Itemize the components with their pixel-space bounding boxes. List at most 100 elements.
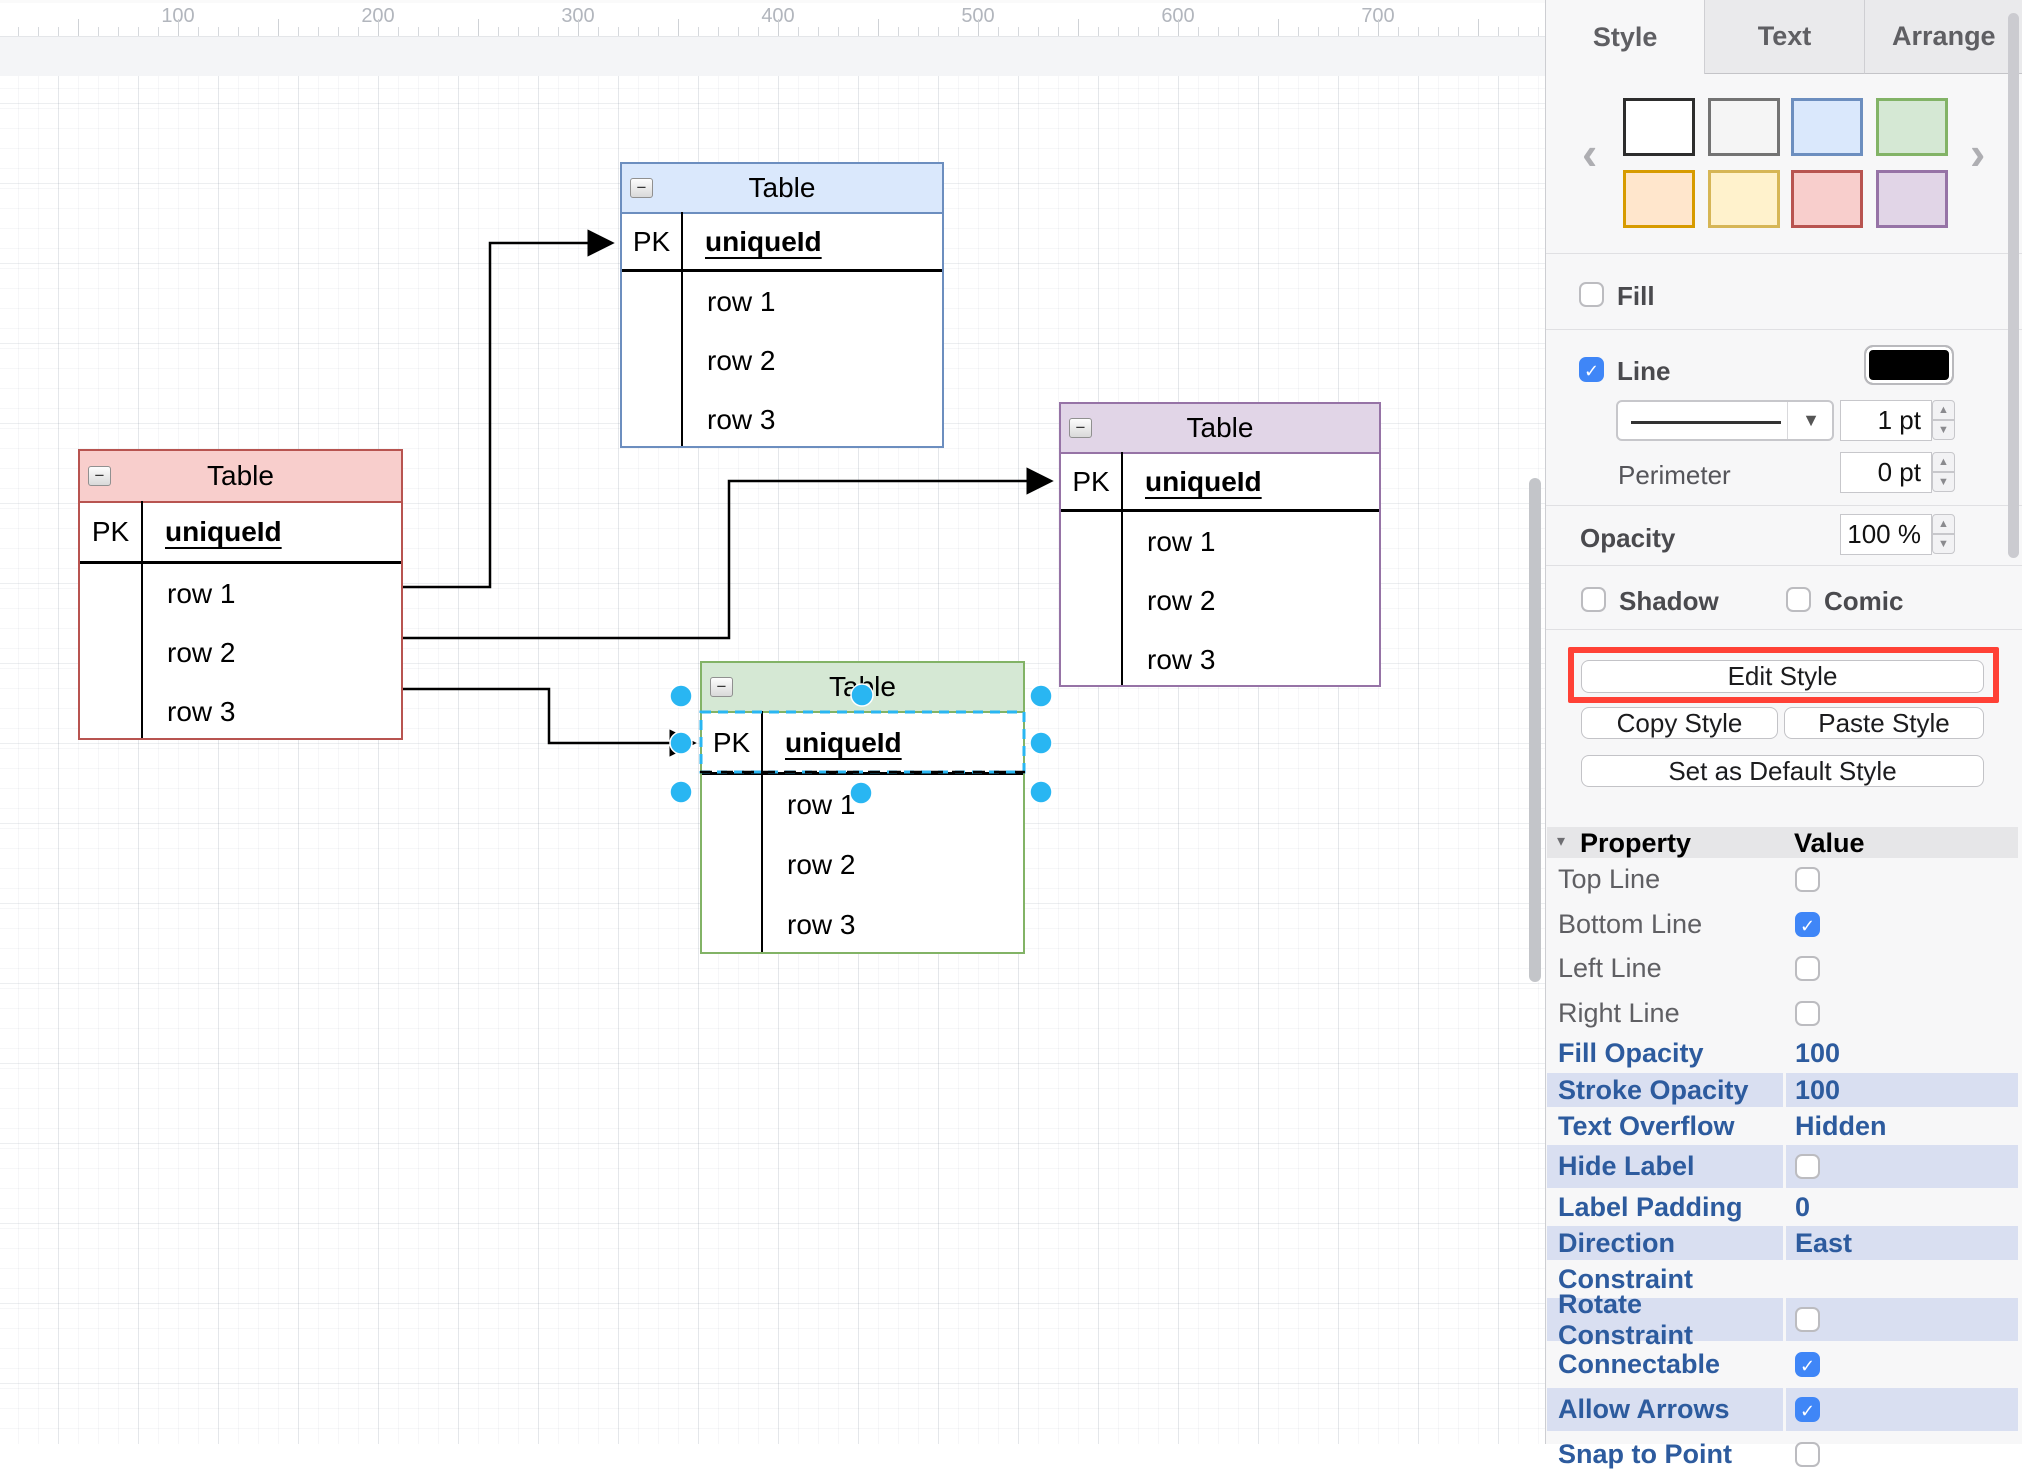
property-value[interactable] [1786, 1145, 2018, 1188]
comic-checkbox[interactable] [1786, 587, 1811, 612]
line-width-stepper[interactable]: ▲ ▼ [1932, 400, 1955, 441]
er-table-header[interactable]: − Table [622, 164, 942, 214]
property-row-connectable: Connectable✓ [1547, 1343, 2018, 1388]
property-value[interactable]: East [1786, 1226, 2018, 1260]
diagram-canvas[interactable]: 100200300400500600700 − Table PK uniqueI… [0, 0, 1545, 1444]
perimeter-input[interactable]: 0 pt [1840, 452, 1932, 493]
er-table-green[interactable]: − Table PK uniqueId row 1 row 2 row 3 [700, 661, 1025, 954]
er-table-header[interactable]: − Table [80, 451, 401, 503]
ruler-tick [758, 27, 759, 36]
er-pk-row[interactable]: PK uniqueId [80, 503, 401, 564]
er-table-blue[interactable]: − Table PK uniqueId row 1 row 2 row 3 [620, 162, 944, 448]
er-row[interactable]: row 1 [1061, 512, 1379, 571]
property-value[interactable]: ✓ [1786, 1343, 2018, 1386]
er-row[interactable]: row 1 [80, 564, 401, 623]
hide-label-checkbox[interactable] [1795, 1154, 1820, 1179]
copy-style-button[interactable]: Copy Style [1581, 707, 1778, 739]
collapse-icon[interactable]: − [630, 178, 653, 198]
left-line-checkbox[interactable] [1795, 956, 1820, 981]
stepper-up-icon[interactable]: ▲ [1932, 400, 1955, 420]
tab-style[interactable]: Style [1546, 0, 1705, 74]
er-row[interactable]: row 1 [702, 775, 1023, 835]
style-preset-swatch[interactable] [1623, 98, 1695, 156]
property-value[interactable] [1786, 858, 2018, 901]
er-row[interactable]: row 2 [622, 331, 942, 390]
property-value[interactable] [1786, 1262, 2018, 1296]
tab-arrange[interactable]: Arrange [1865, 0, 2022, 74]
style-preset-swatch[interactable] [1623, 170, 1695, 228]
er-row[interactable]: row 3 [702, 895, 1023, 955]
er-row[interactable]: row 3 [80, 682, 401, 741]
property-value[interactable] [1786, 947, 2018, 990]
er-table-purple[interactable]: − Table PK uniqueId row 1 row 2 row 3 [1059, 402, 1381, 687]
ruler-tick [1158, 27, 1159, 36]
stepper-down-icon[interactable]: ▼ [1932, 472, 1955, 492]
er-table-red[interactable]: − Table PK uniqueId row 1 row 2 row 3 [78, 449, 403, 740]
style-preset-swatch[interactable] [1791, 98, 1863, 156]
right-line-checkbox[interactable] [1795, 1001, 1820, 1026]
collapse-icon[interactable]: − [1069, 418, 1092, 438]
property-value[interactable]: 100 [1786, 1073, 2018, 1107]
stepper-up-icon[interactable]: ▲ [1932, 452, 1955, 472]
collapse-triangle-icon[interactable]: ▾ [1557, 831, 1565, 851]
style-preset-swatch[interactable] [1876, 170, 1948, 228]
rotate-constraint-checkbox[interactable] [1795, 1307, 1820, 1332]
er-row[interactable]: row 2 [702, 835, 1023, 895]
line-checkbox[interactable]: ✓ [1579, 357, 1604, 382]
property-value[interactable]: ✓ [1786, 903, 2018, 945]
er-row[interactable]: row 3 [622, 390, 942, 449]
connectable-checkbox[interactable]: ✓ [1795, 1352, 1820, 1377]
snap-to-point-checkbox[interactable] [1795, 1442, 1820, 1467]
er-row[interactable]: row 2 [1061, 571, 1379, 630]
ruler-tick [1458, 27, 1459, 36]
property-value[interactable]: 100 [1786, 1036, 2018, 1071]
er-table-header[interactable]: − Table [1061, 404, 1379, 454]
style-preset-swatch[interactable] [1708, 98, 1780, 156]
set-default-style-button[interactable]: Set as Default Style [1581, 755, 1984, 787]
panel-vertical-scrollbar[interactable] [2008, 13, 2019, 558]
line-width-input[interactable]: 1 pt [1840, 400, 1932, 441]
er-row[interactable]: row 1 [622, 272, 942, 331]
ruler-tick [1438, 27, 1439, 36]
er-pk-row[interactable]: PK uniqueId [1061, 454, 1379, 512]
er-row[interactable]: row 2 [80, 623, 401, 682]
bottom-line-checkbox[interactable]: ✓ [1795, 912, 1820, 937]
chevron-left-icon[interactable]: ‹ [1582, 138, 1597, 168]
er-pk-row[interactable]: PK uniqueId [622, 214, 942, 272]
perimeter-stepper[interactable]: ▲ ▼ [1932, 452, 1955, 493]
property-grid-header[interactable]: ▾ Property Value [1547, 827, 2018, 858]
tab-text[interactable]: Text [1705, 0, 1864, 74]
ruler-tick [918, 27, 919, 36]
fill-checkbox[interactable] [1579, 282, 1604, 307]
style-preset-swatch[interactable] [1708, 170, 1780, 228]
canvas-vertical-scrollbar[interactable] [1529, 478, 1541, 982]
chevron-right-icon[interactable]: › [1970, 138, 1985, 168]
stepper-down-icon[interactable]: ▼ [1932, 420, 1955, 440]
property-value[interactable]: ✓ [1786, 1388, 2018, 1431]
ruler-tick [1538, 27, 1539, 36]
opacity-stepper[interactable]: ▲ ▼ [1932, 514, 1955, 555]
property-value[interactable] [1786, 992, 2018, 1034]
property-value[interactable] [1786, 1433, 2018, 1476]
opacity-input[interactable]: 100 % [1840, 514, 1932, 555]
line-style-dropdown[interactable]: ▼ [1616, 400, 1834, 441]
property-value[interactable] [1786, 1298, 2018, 1341]
stepper-down-icon[interactable]: ▼ [1932, 534, 1955, 554]
collapse-icon[interactable]: − [88, 466, 111, 486]
style-preset-swatch[interactable] [1876, 98, 1948, 156]
collapse-icon[interactable]: − [710, 677, 733, 697]
allow-arrows-checkbox[interactable]: ✓ [1795, 1397, 1820, 1422]
er-table-header[interactable]: − Table [702, 663, 1023, 713]
top-line-checkbox[interactable] [1795, 867, 1820, 892]
style-preset-swatch[interactable] [1791, 170, 1863, 228]
shadow-checkbox[interactable] [1581, 587, 1606, 612]
line-color-button[interactable] [1864, 345, 1954, 385]
property-value[interactable]: 0 [1786, 1190, 2018, 1224]
horizontal-ruler[interactable]: 100200300400500600700 [0, 0, 1545, 37]
stepper-up-icon[interactable]: ▲ [1932, 514, 1955, 534]
off-page-background [0, 33, 1545, 78]
er-pk-row-selected[interactable]: PK uniqueId [702, 713, 1023, 775]
er-row[interactable]: row 3 [1061, 630, 1379, 689]
paste-style-button[interactable]: Paste Style [1784, 707, 1984, 739]
property-value[interactable]: Hidden [1786, 1109, 2018, 1143]
